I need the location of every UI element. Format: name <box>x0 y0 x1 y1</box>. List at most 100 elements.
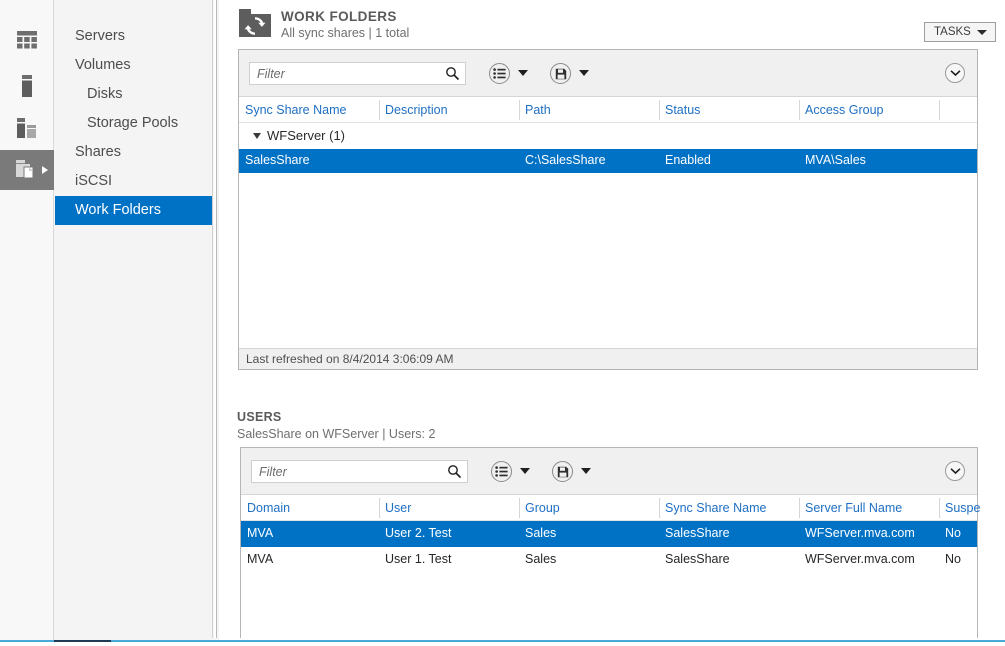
save-query-icon <box>557 466 568 477</box>
users-grid-body: MVA User 2. Test Sales SalesShare WFServ… <box>241 521 977 573</box>
list-view-chevron-down-icon[interactable] <box>518 70 528 76</box>
page-header: WORK FOLDERS All sync shares | 1 total T… <box>219 0 1005 46</box>
column-header-path[interactable]: Path <box>525 103 551 117</box>
sidebar-item-disks[interactable]: Disks <box>55 80 212 109</box>
grid-icon <box>17 31 37 49</box>
tile-expander-button[interactable] <box>945 63 965 83</box>
accent-line <box>0 640 1005 642</box>
tile-expander-button[interactable] <box>945 461 965 481</box>
users-column-headers: Domain User Group Sync Share Name Server… <box>241 495 980 521</box>
save-query-button[interactable] <box>550 63 571 84</box>
column-divider[interactable] <box>939 498 940 518</box>
list-view-icon <box>493 68 506 79</box>
tasks-button[interactable]: TASKS <box>924 22 996 42</box>
sidebar-item-label: iSCSI <box>75 173 113 189</box>
column-divider[interactable] <box>519 100 520 120</box>
column-divider[interactable] <box>659 498 660 518</box>
column-divider[interactable] <box>379 498 380 518</box>
column-divider[interactable] <box>659 100 660 120</box>
cell-server-full-name: WFServer.mva.com <box>805 552 915 566</box>
cell-user: User 2. Test <box>385 526 452 540</box>
rail-item-volumes[interactable] <box>0 66 54 106</box>
column-divider[interactable] <box>939 100 940 120</box>
chevron-down-icon <box>977 29 987 35</box>
search-input[interactable] <box>250 63 440 84</box>
sidebar-item-work-folders[interactable]: Work Folders <box>55 196 212 225</box>
list-view-button[interactable] <box>489 63 510 84</box>
search-input[interactable] <box>252 461 442 482</box>
rail-item-work-folders[interactable] <box>0 150 54 190</box>
list-view-button[interactable] <box>491 461 512 482</box>
sidebar-content-divider <box>214 0 217 638</box>
column-divider[interactable] <box>379 100 380 120</box>
save-query-icon <box>555 68 566 79</box>
cell-sync-share-name: SalesShare <box>245 153 310 167</box>
sidebar-item-iscsi[interactable]: iSCSI <box>55 167 212 196</box>
users-section-header: USERS SalesShare on WFServer | Users: 2 <box>237 409 435 442</box>
rail-item-shares[interactable] <box>0 108 54 148</box>
column-header-description[interactable]: Description <box>385 103 448 117</box>
work-folders-sync-icon <box>239 9 271 37</box>
navigation-sidebar: Servers Volumes Disks Storage Pools Shar… <box>55 0 213 638</box>
cell-suspended: No <box>945 526 961 540</box>
cell-access-group: MVA\Sales <box>805 153 866 167</box>
triangle-down-icon[interactable] <box>253 133 261 139</box>
cell-group: Sales <box>525 552 557 566</box>
rail-item-dashboard[interactable] <box>0 20 54 60</box>
page-title-block: WORK FOLDERS All sync shares | 1 total <box>238 5 1005 41</box>
save-query-chevron-down-icon[interactable] <box>579 70 589 76</box>
accent-line-active-segment <box>54 640 111 642</box>
column-header-group[interactable]: Group <box>525 501 560 515</box>
search-icon[interactable] <box>445 66 460 81</box>
table-row[interactable]: MVA User 2. Test Sales SalesShare WFServ… <box>241 521 977 547</box>
chevron-down-circle-icon <box>949 70 961 77</box>
table-row[interactable]: SalesShare C:\SalesShare Enabled MVA\Sal… <box>239 149 977 173</box>
search-icon[interactable] <box>447 464 462 479</box>
column-header-suspended[interactable]: Suspe <box>945 501 980 515</box>
column-header-sync-share-name[interactable]: Sync Share Name <box>665 501 766 515</box>
column-header-domain[interactable]: Domain <box>247 501 290 515</box>
search-field-wrapper[interactable] <box>251 460 468 483</box>
icon-rail <box>0 0 54 646</box>
sidebar-item-volumes[interactable]: Volumes <box>55 51 212 80</box>
column-header-sync-share-name[interactable]: Sync Share Name <box>245 103 346 117</box>
cell-server-full-name: WFServer.mva.com <box>805 526 915 540</box>
group-row-wfserver[interactable]: WFServer (1) <box>239 123 977 149</box>
users-tile: Domain User Group Sync Share Name Server… <box>240 447 980 638</box>
cell-group: Sales <box>525 526 557 540</box>
column-divider[interactable] <box>799 100 800 120</box>
sync-shares-footer: Last refreshed on 8/4/2014 3:06:09 AM <box>239 348 977 369</box>
column-divider[interactable] <box>799 498 800 518</box>
users-section-subtitle: SalesShare on WFServer | Users: 2 <box>237 427 436 441</box>
page-title: WORK FOLDERS <box>281 9 397 24</box>
group-row-label: WFServer (1) <box>267 128 345 143</box>
sidebar-item-label: Disks <box>87 86 123 102</box>
rail-expand-arrow-icon[interactable] <box>42 166 48 174</box>
column-header-server-full-name[interactable]: Server Full Name <box>805 501 902 515</box>
column-divider[interactable] <box>519 498 520 518</box>
save-query-button[interactable] <box>552 461 573 482</box>
table-row[interactable]: MVA User 1. Test Sales SalesShare WFServ… <box>241 547 977 573</box>
cell-user: User 1. Test <box>385 552 452 566</box>
search-field-wrapper[interactable] <box>249 62 466 85</box>
bar-icon <box>22 75 32 97</box>
column-header-status[interactable]: Status <box>665 103 700 117</box>
server-manager-window: Servers Volumes Disks Storage Pools Shar… <box>0 0 1005 646</box>
cell-domain: MVA <box>247 552 274 566</box>
sync-shares-tile: Sync Share Name Description Path Status … <box>238 49 978 370</box>
sidebar-item-shares[interactable]: Shares <box>55 138 212 167</box>
sidebar-item-label: Volumes <box>75 57 131 73</box>
list-view-chevron-down-icon[interactable] <box>520 468 530 474</box>
save-query-chevron-down-icon[interactable] <box>581 468 591 474</box>
sidebar-item-storage-pools[interactable]: Storage Pools <box>55 109 212 138</box>
users-section-title: USERS <box>237 410 282 424</box>
sidebar-item-label: Shares <box>75 144 121 160</box>
column-header-user[interactable]: User <box>385 501 411 515</box>
tasks-button-label: TASKS <box>934 26 971 38</box>
sidebar-item-servers[interactable]: Servers <box>55 22 212 51</box>
column-header-access-group[interactable]: Access Group <box>805 103 884 117</box>
content-area: WORK FOLDERS All sync shares | 1 total T… <box>219 0 1005 638</box>
list-view-icon <box>495 466 508 477</box>
cell-status: Enabled <box>665 153 711 167</box>
columns-icon <box>17 118 36 138</box>
